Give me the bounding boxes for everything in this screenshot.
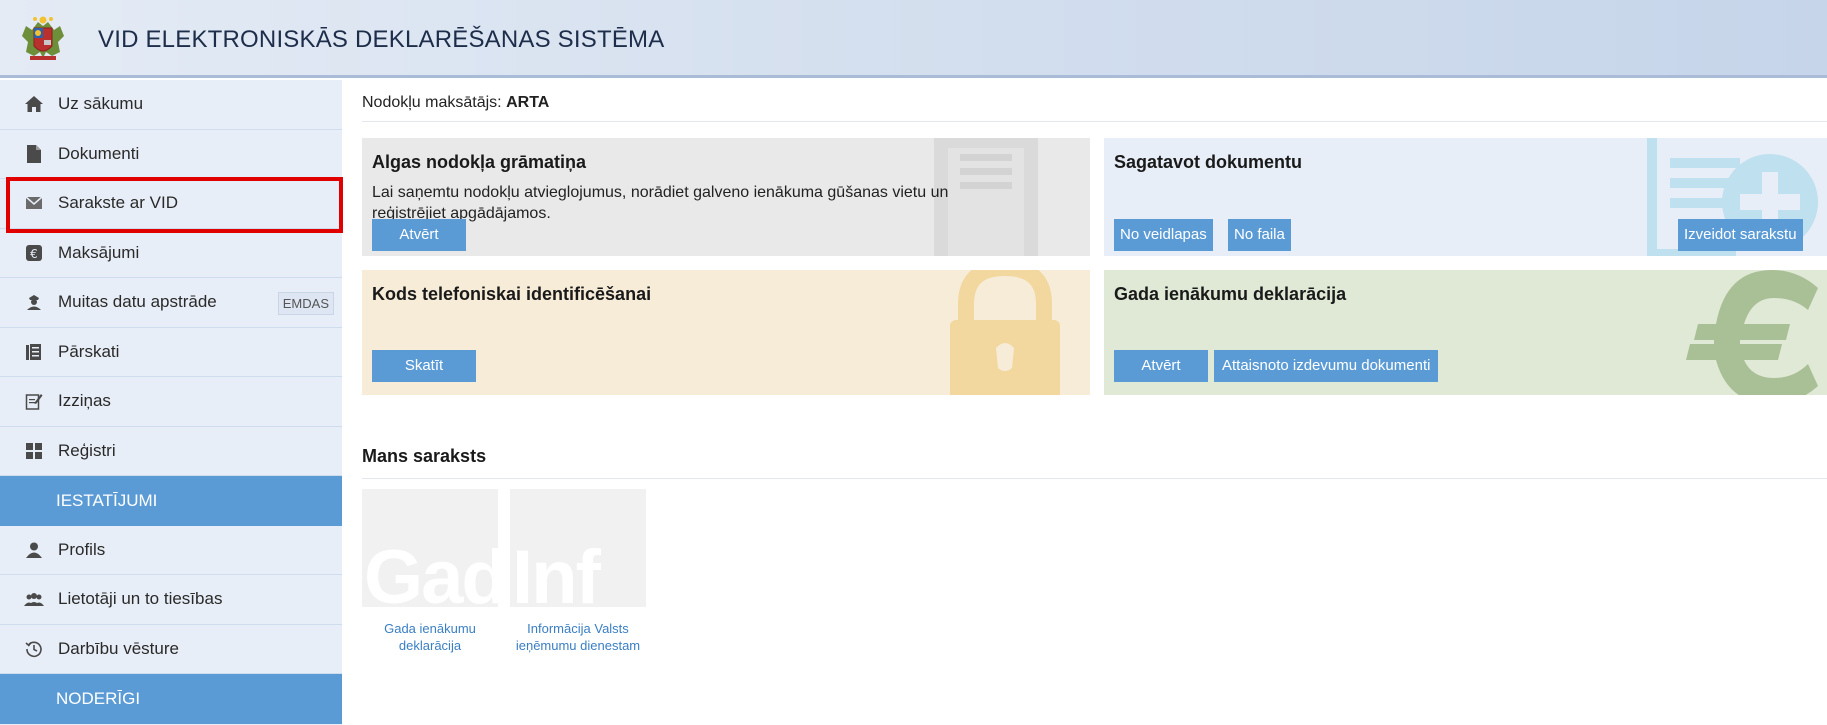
sidebar-item-label: Darbību vēsture [58,638,179,658]
from-form-button[interactable]: No veidlapas [1114,219,1213,251]
view-code-button[interactable]: Skatīt [372,350,476,382]
sidebar-item-documents[interactable]: Dokumenti [0,129,342,179]
sidebar: Uz sākumu Dokumenti Sarakste ar VID € Ma… [0,80,342,725]
card-title: Sagatavot dokumentu [1114,152,1303,172]
home-icon [24,94,44,114]
taxpayer-name: ARTA [506,94,550,111]
sidebar-item-profile[interactable]: Profils [0,525,342,575]
annual-income-declaration-card: Gada ienākumu deklarācija Atvērt Attaisn… [1104,270,1827,395]
reports-icon [24,342,44,362]
certificate-edit-icon [24,391,44,411]
card-title: Algas nodokļa grāmatiņa [372,152,587,172]
open-salary-book-button[interactable]: Atvērt [372,219,466,251]
euro-coin-icon: € [24,243,44,263]
sidebar-item-label: Maksājumi [58,242,140,262]
sidebar-item-history[interactable]: Darbību vēsture [0,624,342,674]
sidebar-item-home[interactable]: Uz sākumu [0,80,342,130]
open-declaration-button[interactable]: Atvērt [1114,350,1208,382]
sidebar-item-label: Sarakste ar VID [58,193,178,213]
latvia-coat-of-arms-icon [22,16,64,60]
euro-watermark-icon [1686,270,1818,395]
sidebar-item-certificates[interactable]: Izziņas [0,377,342,427]
tile-thumbnail: Inf [510,489,646,607]
tile-caption: Informācija Valsts ieņēmumu dienestam [515,621,641,653]
my-list-title: Mans saraksts [362,446,487,466]
app-title: VID ELEKTRONISKĀS DEKLARĒŠANAS SISTĒMA [98,26,665,53]
document-icon [24,144,44,164]
emdas-badge: EMDAS [277,292,334,315]
sidebar-item-users[interactable]: Lietotāji un to tiesības [0,575,342,625]
create-list-button[interactable]: Izveidot sarakstu [1678,219,1803,251]
from-file-button[interactable]: No faila [1228,219,1291,251]
phone-id-code-card: Kods telefoniskai identificēšanai Skatīt [362,270,1090,395]
card-description: Lai saņemtu nodokļu atvieglojumus, norād… [372,184,949,222]
sidebar-section-settings: IESTATĪJUMI [0,476,342,526]
justified-expenses-button[interactable]: Attaisnoto izdevumu dokumenti [1214,350,1439,382]
taxpayer-label: Nodokļu maksātājs: [362,94,502,111]
user-icon [24,540,44,560]
envelope-icon [24,193,44,213]
divider [362,121,1827,122]
svg-text:€: € [30,247,38,261]
customs-officer-icon [24,292,44,312]
card-title: Kods telefoniskai identificēšanai [372,284,652,304]
tile-caption: Gada ienākumu deklarācija [384,621,476,653]
tile-thumbnail: Gad [362,489,498,607]
divider [362,478,1827,479]
sidebar-item-reports[interactable]: Pārskati [0,327,342,377]
tile-annual-declaration[interactable]: Gad Gada ienākumu deklarācija [362,489,498,654]
sidebar-item-label: Pārskati [58,341,120,361]
sidebar-item-registers[interactable]: Reģistri [0,426,342,476]
sidebar-item-label: Izziņas [58,391,111,411]
salary-tax-book-card: Algas nodokļa grāmatiņa Lai saņemtu nodo… [362,138,1090,256]
tile-information-to-vid[interactable]: Inf Informācija Valsts ieņēmumu dienesta… [510,489,646,654]
sidebar-item-label: Lietotāji un to tiesības [58,589,223,609]
sidebar-item-label: Uz sākumu [58,94,144,114]
taxpayer-info: Nodokļu maksātājs: ARTA [362,94,549,112]
sidebar-item-label: Muitas datu apstrāde [58,292,217,312]
sidebar-item-correspondence[interactable]: Sarakste ar VID [0,179,342,229]
users-icon [24,589,44,609]
sidebar-section-useful: NODERĪGI [0,674,342,724]
sidebar-item-payments[interactable]: € Maksājumi [0,228,342,278]
sidebar-item-label: Profils [58,539,106,559]
grid-icon [24,441,44,461]
history-icon [24,639,44,659]
sidebar-item-label: Reģistri [58,440,116,460]
sidebar-item-label: Dokumenti [58,143,140,163]
sidebar-item-customs[interactable]: Muitas datu apstrāde EMDAS [0,278,342,328]
card-title: Gada ienākumu deklarācija [1114,284,1347,304]
prepare-document-card: Sagatavot dokumentu No veidlapas No fail… [1104,138,1827,256]
app-header: VID ELEKTRONISKĀS DEKLARĒŠANAS SISTĒMA [0,0,1827,78]
lock-watermark-icon [950,270,1060,395]
